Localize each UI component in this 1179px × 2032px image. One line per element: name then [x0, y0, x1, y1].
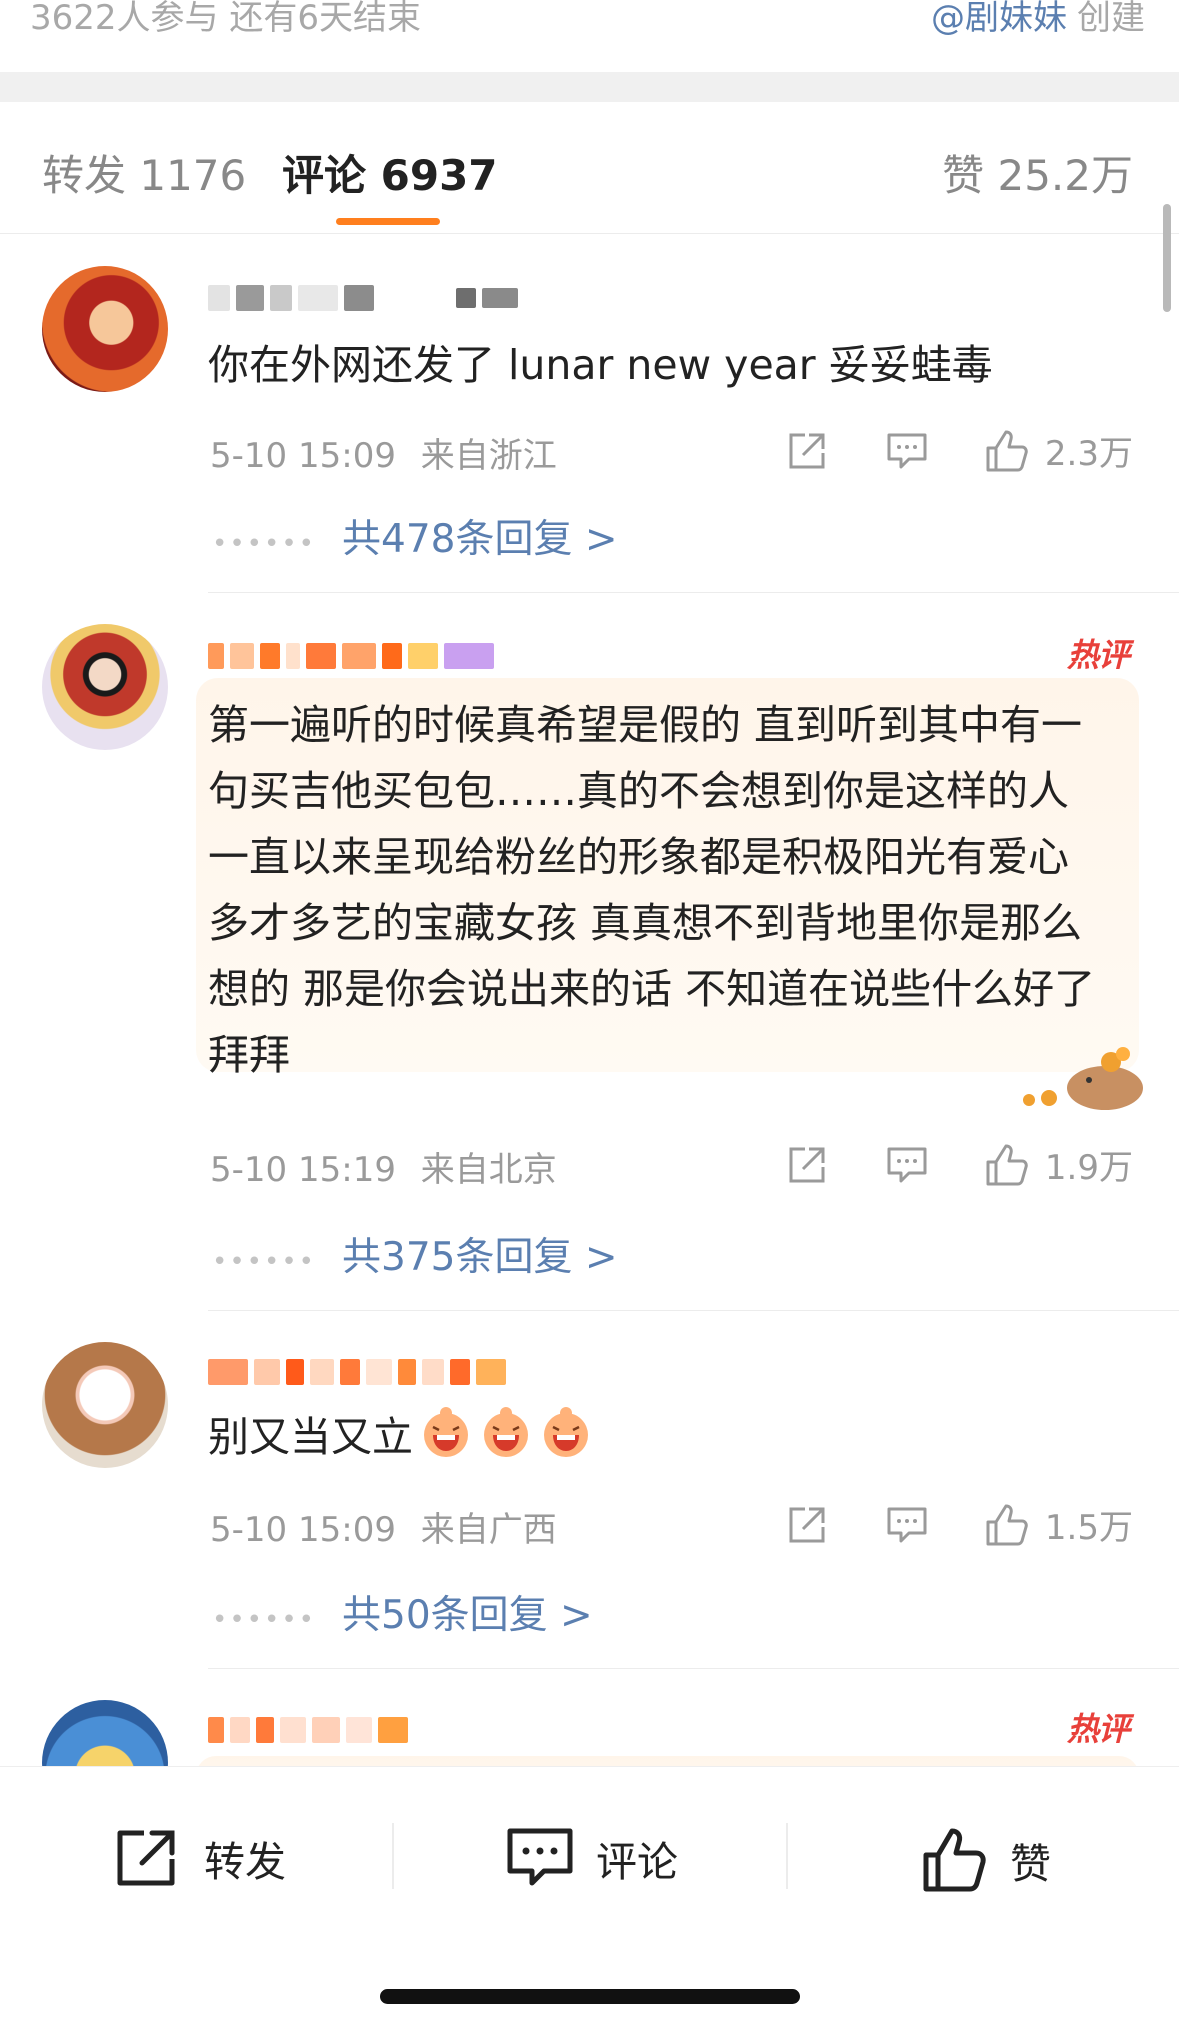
like-count: 1.5万 [1044, 1508, 1133, 1548]
bar-divider [392, 1823, 394, 1889]
comment-button[interactable]: 评论 [506, 1827, 678, 1889]
share-icon[interactable] [783, 427, 831, 475]
home-indicator[interactable] [380, 1989, 800, 2004]
comment-text: 你在外网还发了 lunar new year 妥妥蛙毒 [208, 341, 993, 389]
forward-button[interactable]: 转发 [114, 1827, 286, 1889]
comment-actions: 2.3万 [731, 426, 1133, 475]
comment-text-body: 别又当又立 [208, 1413, 413, 1461]
forward-icon [117, 1830, 175, 1886]
comment-location: 来自北京 [420, 1150, 557, 1190]
forward-label: 转发 [204, 1838, 286, 1886]
comment-text: 第一遍听的时候真希望是假的 直到听到其中有一句买吉他买包包……真的不会想到你是这… [208, 701, 1096, 1079]
thumbs-up-icon [923, 1828, 986, 1892]
comment-text: 别又当又立 [208, 1404, 1123, 1470]
capybara-decoration-icon [1023, 1047, 1143, 1110]
laughing-emoji-icon [484, 1407, 528, 1457]
scrollbar[interactable] [1163, 204, 1171, 312]
comment-divider [208, 1668, 1179, 1669]
username-blurred[interactable] [208, 1712, 408, 1748]
comment-actions: 1.9万 [731, 1140, 1133, 1189]
username-blurred[interactable] [208, 1354, 506, 1390]
username-blurred[interactable] [208, 638, 494, 674]
bottom-action-bar: 转发 评论 赞 [0, 1766, 1179, 2032]
username-blurred[interactable] [208, 280, 518, 316]
like-icon[interactable] [983, 1141, 1031, 1189]
thread-dots: •••••• [212, 1605, 317, 1635]
comment-time: 5-10 15:09 [210, 1510, 396, 1550]
tab-bar: 转发 1176 评论 6937 赞 25.2万 [0, 102, 1179, 234]
like-label: 赞 [1010, 1840, 1051, 1888]
like-count: 1.9万 [1044, 1148, 1133, 1188]
comment-divider [208, 1310, 1179, 1311]
comment-meta: 5-10 15:19 来自北京 [210, 1142, 557, 1191]
avatar[interactable] [42, 266, 168, 392]
laughing-emoji-icon [424, 1407, 468, 1457]
comment-actions: 1.5万 [731, 1500, 1133, 1549]
comment-meta: 5-10 15:09 来自广西 [210, 1502, 557, 1551]
comment-label: 评论 [596, 1838, 678, 1886]
avatar[interactable] [42, 1342, 168, 1468]
thread-dots: •••••• [212, 529, 317, 559]
like-count: 2.3万 [1044, 434, 1133, 474]
created-label: 创建 [1077, 0, 1145, 38]
replies-count-link[interactable]: 共375条回复 > [342, 1235, 618, 1280]
laughing-emoji-icon [544, 1407, 588, 1457]
section-separator [0, 72, 1179, 102]
tab-forward[interactable]: 转发 1176 [42, 142, 246, 203]
like-icon[interactable] [983, 427, 1031, 475]
tab-comments[interactable]: 评论 6937 [282, 142, 498, 203]
comment-time: 5-10 15:09 [210, 436, 396, 476]
creator-handle-link[interactable]: @剧妹妹 [931, 0, 1067, 38]
replies-count-link[interactable]: 共478条回复 > [342, 517, 618, 562]
creator-info: @剧妹妹 创建 [931, 0, 1145, 39]
replies-count-link[interactable]: 共50条回复 > [342, 1593, 593, 1638]
comment-icon [507, 1828, 573, 1886]
bar-divider [786, 1823, 788, 1889]
reply-icon[interactable] [883, 427, 931, 475]
hot-comment-badge: 热评 [1066, 636, 1130, 674]
view-replies-link[interactable]: •••••• 共375条回复 > [212, 1226, 618, 1282]
comment-meta: 5-10 15:09 来自浙江 [210, 428, 557, 477]
share-icon[interactable] [783, 1141, 831, 1189]
thread-dots: •••••• [212, 1247, 317, 1277]
reply-icon[interactable] [883, 1141, 931, 1189]
view-replies-link[interactable]: •••••• 共478条回复 > [212, 508, 618, 564]
reply-icon[interactable] [883, 1501, 931, 1549]
avatar[interactable] [42, 624, 168, 750]
comment-time: 5-10 15:19 [210, 1150, 396, 1190]
active-tab-indicator [336, 218, 440, 225]
tab-likes[interactable]: 赞 25.2万 [942, 142, 1133, 203]
comment-location: 来自浙江 [420, 436, 557, 476]
hot-comment-badge: 热评 [1066, 1710, 1130, 1748]
topic-header: 3622人参与 还有6天结束 @剧妹妹 创建 [0, 0, 1179, 72]
like-icon[interactable] [983, 1501, 1031, 1549]
like-button[interactable]: 赞 [922, 1827, 1051, 1893]
view-replies-link[interactable]: •••••• 共50条回复 > [212, 1584, 593, 1640]
comment-divider [208, 592, 1179, 593]
share-icon[interactable] [783, 1501, 831, 1549]
participants-text: 3622人参与 还有6天结束 [30, 0, 421, 38]
comment-location: 来自广西 [420, 1510, 557, 1550]
